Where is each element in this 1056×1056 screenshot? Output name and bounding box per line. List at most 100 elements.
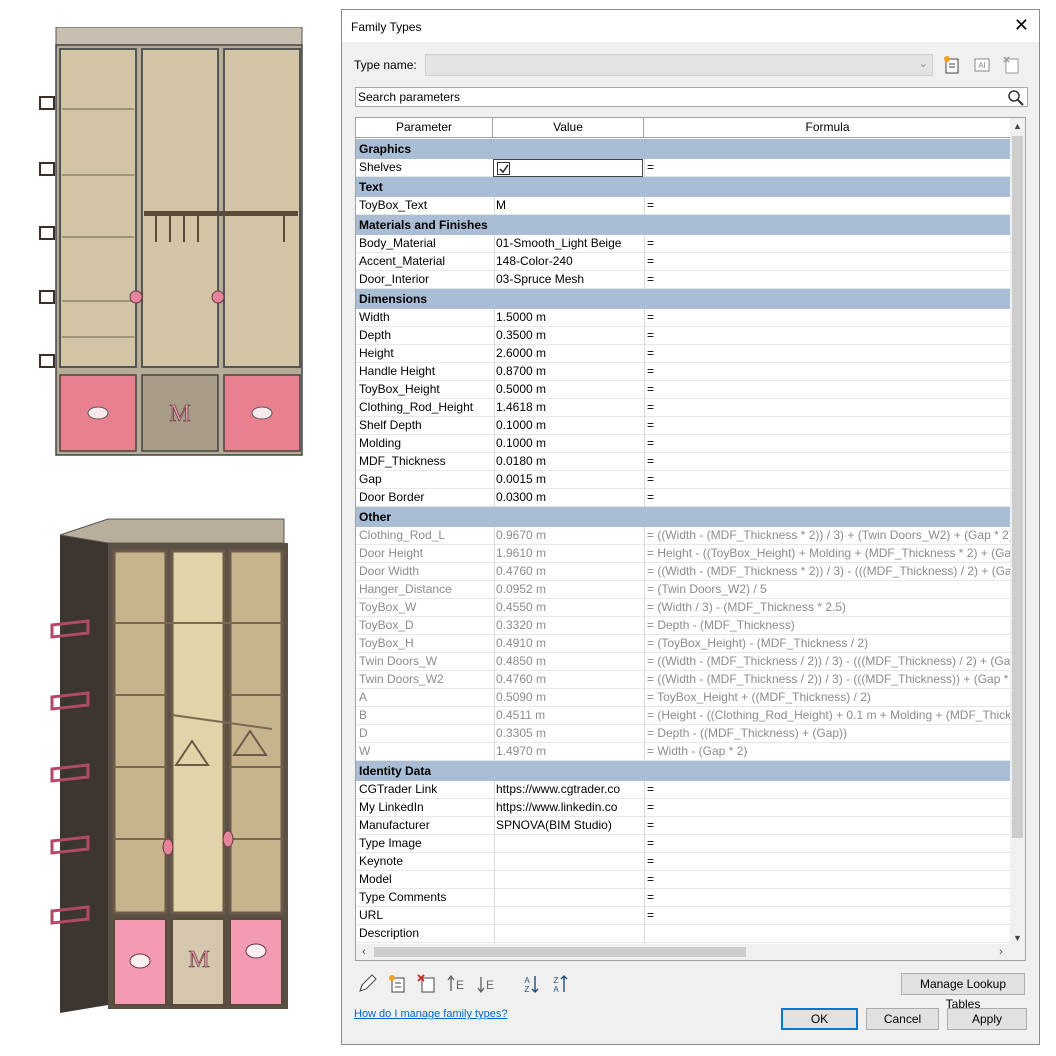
shelves-checkbox[interactable] — [497, 162, 510, 175]
param-value[interactable] — [494, 853, 644, 871]
pencil-icon[interactable] — [356, 973, 378, 995]
param-value[interactable]: 0.3500 m — [494, 327, 644, 345]
param-value[interactable]: 148-Color-240 — [494, 253, 644, 271]
new-parameter-icon[interactable] — [386, 973, 408, 995]
scroll-up-icon[interactable]: ▲ — [1010, 118, 1025, 134]
search-parameters-field[interactable] — [355, 87, 1028, 107]
param-row[interactable]: Keynote = — [356, 853, 1011, 871]
param-row[interactable]: Clothing_Rod_L 0.9670 m = ((Width - (MDF_T… — [356, 527, 1011, 545]
param-row-shelves[interactable]: Shelves = — [356, 159, 1011, 177]
move-down-icon[interactable]: E — [476, 973, 498, 995]
param-formula[interactable]: = — [644, 363, 1011, 381]
param-row[interactable]: A 0.5090 m = ToyBox_Height + ((MDF_Thickne… — [356, 689, 1011, 707]
scroll-right-icon[interactable]: › — [993, 944, 1009, 960]
cancel-button[interactable]: Cancel — [866, 1008, 939, 1030]
param-row[interactable]: Description — [356, 925, 1011, 943]
horizontal-scrollbar[interactable]: ‹ › — [356, 944, 1025, 960]
param-row[interactable]: ToyBox_D 0.3320 m = Depth - (MDF_Thickness… — [356, 617, 1011, 635]
param-formula[interactable]: = (ToyBox_Height) - (MDF_Thickness / 2) — [644, 635, 1011, 653]
search-icon[interactable] — [1007, 89, 1025, 106]
move-up-icon[interactable]: E — [446, 973, 468, 995]
param-value[interactable]: 1.4618 m — [494, 399, 644, 417]
param-formula[interactable]: = — [644, 327, 1011, 345]
param-formula[interactable]: = ((Width - (MDF_Thickness / 2)) / 3) - … — [644, 653, 1011, 671]
shelves-value-cell[interactable] — [493, 159, 643, 177]
horizontal-scroll-thumb[interactable] — [374, 947, 746, 957]
param-value[interactable]: 01-Smooth_Light Beige — [494, 235, 644, 253]
param-row[interactable]: ToyBox_W 0.4550 m = (Width / 3) - (MDF_Thi… — [356, 599, 1011, 617]
param-row[interactable]: Door Height 1.9610 m = Height - ((ToyBox_H… — [356, 545, 1011, 563]
param-formula[interactable]: = — [644, 381, 1011, 399]
param-value[interactable]: 1.5000 m — [494, 309, 644, 327]
param-row[interactable]: ToyBox_Height 0.5000 m = — [356, 381, 1011, 399]
sort-descending-icon[interactable]: Z A — [549, 973, 571, 995]
param-formula[interactable]: = — [644, 417, 1011, 435]
param-formula[interactable]: = Depth - ((MDF_Thickness) + (Gap)) — [644, 725, 1011, 743]
param-formula[interactable]: = — [644, 159, 1011, 177]
param-formula[interactable]: = — [644, 197, 1011, 215]
delete-type-icon[interactable] — [1002, 55, 1022, 75]
group-header-text[interactable]: Text — [356, 177, 1011, 197]
type-name-dropdown[interactable]: ⌄ — [425, 54, 933, 76]
param-formula[interactable]: = — [644, 907, 1011, 925]
param-row[interactable]: My LinkedIn https://www.linkedin.co = — [356, 799, 1011, 817]
param-row[interactable]: Model = — [356, 871, 1011, 889]
param-row[interactable]: Type Image = — [356, 835, 1011, 853]
param-row[interactable]: MDF_Thickness 0.0180 m = — [356, 453, 1011, 471]
manage-lookup-tables-button[interactable]: Manage Lookup Tables — [901, 973, 1025, 1011]
param-row[interactable]: Shelf Depth 0.1000 m = — [356, 417, 1011, 435]
param-row[interactable]: D 0.3305 m = Depth - ((MDF_Thickness) + (G… — [356, 725, 1011, 743]
param-value[interactable]: M — [494, 197, 644, 215]
param-formula[interactable]: = Depth - (MDF_Thickness) — [644, 617, 1011, 635]
param-formula[interactable]: = — [644, 889, 1011, 907]
param-formula[interactable]: = ((Width - (MDF_Thickness / 2)) / 3) - … — [644, 671, 1011, 689]
param-row[interactable]: Body_Material 01-Smooth_Light Beige = — [356, 235, 1011, 253]
param-row[interactable]: ToyBox_Text M = — [356, 197, 1011, 215]
param-formula[interactable] — [644, 925, 1011, 943]
param-value[interactable] — [494, 889, 644, 907]
param-formula[interactable]: = — [644, 271, 1011, 289]
param-formula[interactable]: = — [644, 853, 1011, 871]
param-value[interactable]: https://www.cgtrader.co — [494, 781, 644, 799]
param-formula[interactable]: = Width - (Gap * 2) — [644, 743, 1011, 761]
param-formula[interactable]: = (Twin Doors_W2) / 5 — [644, 581, 1011, 599]
param-formula[interactable]: = (Width / 3) - (MDF_Thickness * 2.5) — [644, 599, 1011, 617]
new-type-icon[interactable] — [942, 55, 962, 75]
param-row[interactable]: Handle Height 0.8700 m = — [356, 363, 1011, 381]
param-row[interactable]: Door Border 0.0300 m = — [356, 489, 1011, 507]
param-value[interactable]: 03-Spruce Mesh — [494, 271, 644, 289]
column-header-parameter[interactable]: Parameter — [356, 118, 493, 137]
param-row[interactable]: Gap 0.0015 m = — [356, 471, 1011, 489]
param-row[interactable]: Door Width 0.4760 m = ((Width - (MDF_Thick… — [356, 563, 1011, 581]
group-header-graphics[interactable]: Graphics — [356, 139, 1011, 159]
param-value[interactable]: https://www.linkedin.co — [494, 799, 644, 817]
param-value[interactable] — [494, 907, 644, 925]
column-header-value[interactable]: Value — [493, 118, 644, 137]
param-formula[interactable]: = — [644, 817, 1011, 835]
param-row[interactable]: Accent_Material 148-Color-240 = — [356, 253, 1011, 271]
param-formula[interactable]: = — [644, 781, 1011, 799]
column-header-formula[interactable]: Formula — [644, 118, 1011, 137]
param-row[interactable]: Width 1.5000 m = — [356, 309, 1011, 327]
param-formula[interactable]: = — [644, 871, 1011, 889]
param-row[interactable]: Depth 0.3500 m = — [356, 327, 1011, 345]
param-value[interactable]: 0.0300 m — [494, 489, 644, 507]
param-value[interactable]: 0.0180 m — [494, 453, 644, 471]
param-formula[interactable]: = — [644, 471, 1011, 489]
scroll-left-icon[interactable]: ‹ — [356, 944, 372, 960]
search-input[interactable] — [356, 88, 996, 106]
param-row[interactable]: ToyBox_H 0.4910 m = (ToyBox_Height) - (MDF… — [356, 635, 1011, 653]
param-row[interactable]: Twin Doors_W2 0.4760 m = ((Width - (MDF_Th… — [356, 671, 1011, 689]
param-row[interactable]: Twin Doors_W 0.4850 m = ((Width - (MDF_Thi… — [356, 653, 1011, 671]
param-row[interactable]: Type Comments = — [356, 889, 1011, 907]
param-formula[interactable]: = — [644, 453, 1011, 471]
param-row[interactable]: B 0.4511 m = (Height - ((Clothing_Rod_Heig… — [356, 707, 1011, 725]
help-link[interactable]: How do I manage family types? — [354, 1008, 507, 1020]
param-value[interactable]: 2.6000 m — [494, 345, 644, 363]
param-row[interactable]: Molding 0.1000 m = — [356, 435, 1011, 453]
group-header-identity[interactable]: Identity Data — [356, 761, 1011, 781]
param-value[interactable]: 0.1000 m — [494, 417, 644, 435]
group-header-materials[interactable]: Materials and Finishes — [356, 215, 1011, 235]
param-value[interactable] — [494, 871, 644, 889]
group-header-other[interactable]: Other — [356, 507, 1011, 527]
